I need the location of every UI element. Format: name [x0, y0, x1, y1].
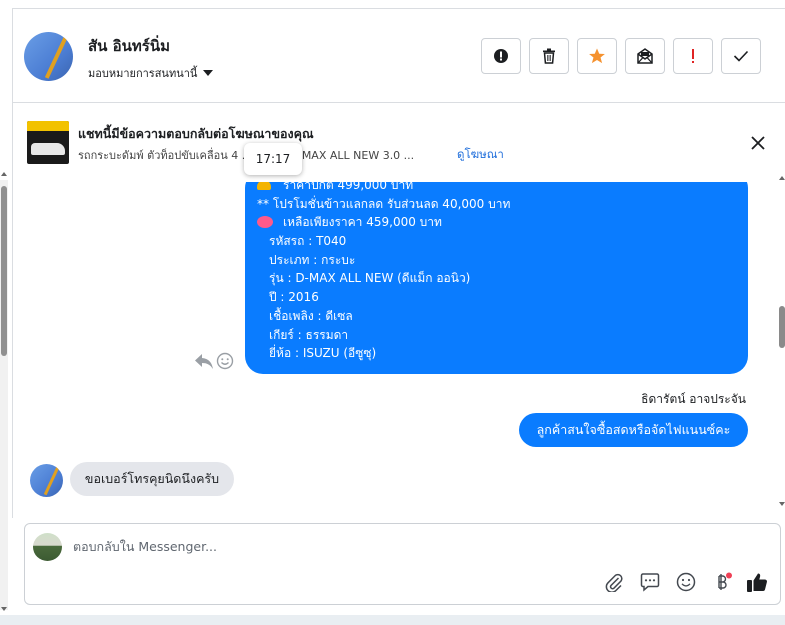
message-line: เหลือเพียงราคา 459,000 บาท [283, 215, 442, 230]
message-line: เชื้อเพลิง : ดีเซล [269, 308, 353, 323]
emoji-reaction-icon[interactable] [216, 352, 234, 370]
star-icon [589, 48, 605, 64]
message-line: ราคาปกติ 499,000 บาท [283, 182, 414, 192]
assign-label: มอบหมายการสนทนานี้ [88, 67, 198, 80]
scroll-down-arrow-icon[interactable] [1, 607, 7, 611]
ad-reply-banner: แชทนี้มีข้อความตอบกลับต่อโฆษณาของคุณ รถก… [13, 104, 785, 182]
reply-composer [24, 523, 781, 605]
report-spam-button[interactable] [481, 38, 521, 74]
emoji-icon [676, 572, 696, 592]
exclamation-icon [692, 49, 694, 63]
message-line: ยี่ห้อ : ISUZU (อีซูซุ) [269, 346, 377, 361]
thumbs-up-icon [747, 573, 767, 592]
message-input[interactable] [73, 539, 673, 554]
message-line: ประเภท : กระบะ [269, 252, 356, 267]
bottom-strip [0, 615, 785, 625]
mark-done-button[interactable] [721, 38, 761, 74]
attach-button[interactable] [603, 571, 625, 593]
incoming-message-bubble[interactable]: ขอเบอร์โทรคุยนิดนึงครับ [70, 462, 234, 496]
page-avatar [33, 533, 62, 561]
conversation-header: สัน อินทร์นิ่ม มอบหมายการสนทนานี้ [13, 9, 785, 103]
baht-icon [718, 572, 732, 590]
view-ad-link[interactable]: ดูโฆษณา [457, 146, 504, 164]
message-line: รุ่น : D-MAX ALL NEW (ดีแม็ก ออนิว) [269, 271, 471, 286]
sender-name: ธิดารัตน์ อาจประจัน [641, 392, 746, 406]
messenger-conversation-panel: สัน อินทร์นิ่ม มอบหมายการสนทนานี้ แชทนี้… [0, 0, 785, 625]
chevron-down-icon [203, 70, 214, 76]
chat-icon [640, 573, 660, 592]
message-line: ** โปรโมชั่นข้าวแลกลด รับส่วนลด 40,000 บ… [257, 196, 511, 211]
outgoing-message-bubble[interactable]: ลูกค้าสนใจซื้อสดหรือจัดไฟแนนซ์คะ [519, 413, 748, 447]
saved-replies-button[interactable] [639, 571, 661, 593]
message-thread[interactable]: ราคาปกติ 499,000 บาท ** โปรโมชั่นข้าวแลก… [13, 182, 777, 518]
checkmark-icon [733, 50, 749, 62]
message-line: เกียร์ : ธรรมดา [269, 327, 349, 342]
ad-thumbnail[interactable] [27, 121, 69, 164]
message-line: ปี : 2016 [269, 290, 319, 305]
ad-message-bubble[interactable]: ราคาปกติ 499,000 บาท ** โปรโมชั่นข้าวแลก… [245, 182, 748, 374]
thread-scroll-down-arrow-icon[interactable] [779, 502, 785, 506]
message-time-tooltip: 17:17 [244, 143, 302, 175]
ribbon-emoji-icon [257, 216, 273, 229]
like-button[interactable] [746, 571, 768, 593]
trash-icon [543, 48, 555, 64]
scroll-up-arrow-icon[interactable] [1, 172, 7, 176]
delete-button[interactable] [529, 38, 569, 74]
thread-scroll-up-arrow-icon[interactable] [779, 176, 785, 180]
attach-icon [605, 573, 623, 592]
page-scrollbar[interactable] [0, 180, 8, 610]
mark-unread-button[interactable] [625, 38, 665, 74]
star-button[interactable] [577, 38, 617, 74]
ad-banner-title: แชทนี้มีข้อความตอบกลับต่อโฆษณาของคุณ [78, 126, 314, 141]
reply-icon[interactable] [194, 352, 214, 370]
contact-avatar-small[interactable] [30, 464, 63, 497]
payment-button[interactable] [711, 571, 733, 593]
contact-name[interactable]: สัน อินทร์นิ่ม [88, 34, 170, 58]
follow-up-button[interactable] [673, 38, 713, 74]
mark-unread-icon [637, 48, 653, 64]
close-icon[interactable] [748, 133, 768, 153]
message-line: รหัสรถ : T040 [269, 234, 347, 249]
scrollbar-thumb[interactable] [1, 186, 7, 356]
contact-avatar[interactable] [24, 32, 73, 81]
alert-circle-icon [494, 49, 508, 63]
assign-conversation-dropdown[interactable]: มอบหมายการสนทนานี้ [88, 64, 214, 82]
bell-emoji-icon [257, 182, 271, 190]
thread-scrollbar-thumb[interactable] [779, 306, 785, 348]
emoji-button[interactable] [675, 571, 697, 593]
